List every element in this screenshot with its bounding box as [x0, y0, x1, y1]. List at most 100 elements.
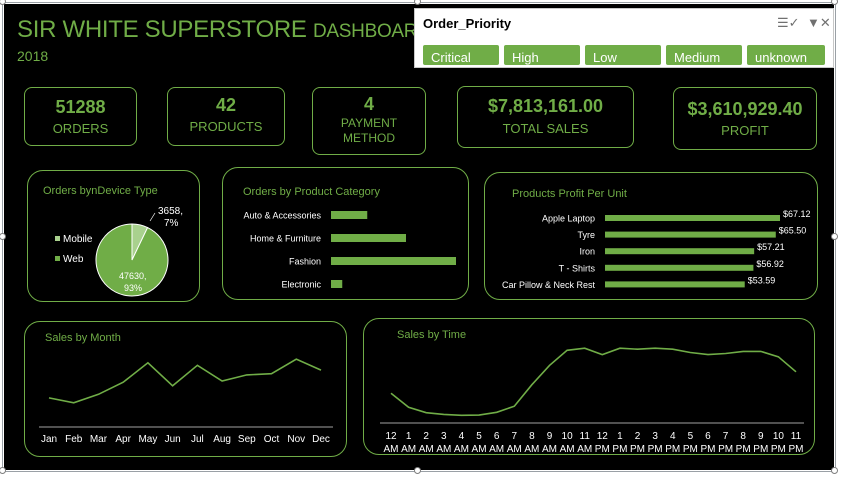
- resize-handle-right[interactable]: [831, 233, 838, 240]
- kpi-profit-value: $3,610,929.40: [687, 99, 803, 119]
- x-tick-1: Feb: [65, 434, 83, 445]
- resize-handle-bottom[interactable]: [414, 467, 421, 474]
- order-priority-slicer[interactable]: Order_Priority ☰✓ ▼✕ Critical High Low M…: [414, 8, 834, 68]
- panel-profit-per-unit: Products Profit Per Unit Apple Laptop $67…: [484, 172, 818, 300]
- x-tick-hour-6: 6: [494, 431, 500, 442]
- x-tick-period-6: AM: [489, 444, 504, 455]
- x-tick-6: Jul: [191, 434, 204, 445]
- dashboard-year: 2018: [17, 48, 49, 64]
- x-tick-hour-17: 5: [688, 431, 694, 442]
- pie-label-web-percent: 93%: [124, 283, 142, 293]
- kpi-orders: 51288 ORDERS: [24, 87, 137, 146]
- x-tick-11: Dec: [312, 434, 330, 445]
- bar-0: [331, 211, 368, 219]
- bar-label-1: Home & Furniture: [250, 234, 321, 244]
- category-bar-chart: Auto & Accessories Home & Furniture Fashio…: [243, 211, 456, 290]
- profit-bar-chart: Apple Laptop $67.12 Tyre $65.50 Iron $57.21 T …: [502, 209, 811, 290]
- x-tick-hour-0: 12: [385, 431, 397, 442]
- x-tick-7: Aug: [213, 434, 231, 445]
- x-tick-hour-9: 9: [547, 431, 553, 442]
- x-tick-hour-7: 7: [511, 431, 517, 442]
- slicer-item-high[interactable]: High: [504, 45, 580, 65]
- x-tick-period-19: PM: [718, 444, 733, 455]
- x-tick-period-15: PM: [648, 444, 663, 455]
- bar-label-0: Apple Laptop: [542, 214, 595, 224]
- x-tick-period-2: AM: [419, 444, 434, 455]
- x-tick-hour-16: 4: [670, 431, 676, 442]
- x-tick-period-16: PM: [665, 444, 680, 455]
- kpi-total-sales-label: TOTAL SALES: [502, 121, 589, 136]
- x-tick-hour-11: 11: [580, 431, 591, 442]
- x-tick-hour-22: 10: [773, 431, 785, 442]
- kpi-profit-label: PROFIT: [721, 123, 769, 138]
- x-tick-period-14: PM: [630, 444, 645, 455]
- x-tick-period-13: PM: [612, 444, 627, 455]
- bar-data-label-0: $67.12: [783, 209, 811, 219]
- bar-label-3: Electronic: [281, 280, 321, 290]
- x-tick-period-9: AM: [542, 444, 557, 455]
- bar-data-label-3: $56.92: [756, 259, 784, 269]
- x-tick-hour-4: 4: [459, 431, 465, 442]
- x-tick-hour-10: 10: [562, 431, 574, 442]
- month-line-chart: Jan Feb Mar Apr May Jun Jul Aug Sep Oct Nov Dec: [39, 358, 333, 445]
- pie-label-web-value: 47630,: [119, 271, 147, 281]
- x-tick-period-0: AM: [384, 444, 399, 455]
- slicer-item-critical[interactable]: Critical: [423, 45, 499, 65]
- x-tick-hour-2: 2: [423, 431, 429, 442]
- panel-sales-by-month: Sales by Month Jan Feb Mar Apr May Jun Jul Aug S…: [24, 321, 347, 457]
- legend-mobile-label: Mobile: [63, 234, 93, 245]
- x-tick-period-17: PM: [683, 444, 698, 455]
- kpi-total-sales-value: $7,813,161.00: [487, 96, 604, 116]
- bar-data-label-2: $57.21: [757, 242, 785, 252]
- bar-1: [331, 234, 406, 242]
- panel-device-type: Orders bynDevice Type 3658, 7% 47630, 93% Mo…: [27, 170, 200, 302]
- x-tick-period-3: AM: [436, 444, 451, 455]
- legend-web-marker: [55, 256, 60, 261]
- bar-data-label-4: $53.59: [748, 275, 776, 285]
- x-tick-period-21: PM: [753, 444, 768, 455]
- slicer-item-medium[interactable]: Medium: [666, 45, 742, 65]
- x-tick-hour-13: 1: [617, 431, 623, 442]
- multi-select-icon[interactable]: ☰✓: [777, 15, 800, 31]
- kpi-payment-value: 4: [363, 94, 374, 114]
- kpi-total-sales: $7,813,161.00 TOTAL SALES: [457, 86, 634, 148]
- dashboard-canvas[interactable]: SIR WHITE SUPERSTORE DASHBOARD 2018 5128…: [4, 4, 834, 470]
- clear-filter-icon[interactable]: ▼✕: [807, 15, 831, 31]
- resize-handle-top-right[interactable]: [831, 0, 838, 5]
- bar-1: [605, 231, 776, 238]
- x-tick-period-8: AM: [524, 444, 539, 455]
- x-tick-hour-1: 1: [406, 431, 412, 442]
- x-tick-period-10: AM: [560, 444, 575, 455]
- x-tick-5: Jun: [165, 434, 181, 445]
- kpi-products: 42 PRODUCTS: [167, 87, 285, 146]
- x-tick-hour-20: 8: [740, 431, 746, 442]
- slicer-item-unknown[interactable]: unknown: [747, 45, 825, 65]
- x-tick-period-20: PM: [736, 444, 751, 455]
- dashboard-title: SIR WHITE SUPERSTORE DASHBOARD: [17, 16, 431, 44]
- x-tick-period-22: PM: [771, 444, 786, 455]
- title-suffix: DASHBOARD: [312, 21, 431, 42]
- x-tick-0: Jan: [41, 434, 57, 445]
- x-tick-hour-15: 3: [652, 431, 658, 442]
- resize-handle-bottom-right[interactable]: [831, 467, 838, 474]
- kpi-products-value: 42: [215, 95, 237, 115]
- slicer-title: Order_Priority: [423, 16, 512, 31]
- legend-web-label: Web: [63, 254, 84, 265]
- x-tick-hour-18: 6: [705, 431, 711, 442]
- x-tick-3: Apr: [115, 434, 131, 445]
- x-tick-10: Nov: [287, 434, 305, 445]
- pie-leader-line: [149, 212, 156, 222]
- x-tick-hour-5: 5: [476, 431, 482, 442]
- series-line: [48, 358, 322, 404]
- x-tick-period-5: AM: [472, 444, 487, 455]
- slicer-item-low[interactable]: Low: [585, 45, 661, 65]
- kpi-profit: $3,610,929.40 PROFIT: [673, 87, 817, 150]
- x-tick-hour-3: 3: [441, 431, 447, 442]
- x-tick-hour-14: 2: [635, 431, 641, 442]
- x-tick-2: Mar: [90, 434, 108, 445]
- bar-label-2: Iron: [579, 247, 595, 257]
- resize-handle-bottom-left[interactable]: [0, 467, 6, 474]
- kpi-orders-value: 51288: [55, 97, 106, 117]
- x-tick-8: Sep: [238, 434, 256, 445]
- kpi-payment-label-2: METHOD: [343, 131, 395, 145]
